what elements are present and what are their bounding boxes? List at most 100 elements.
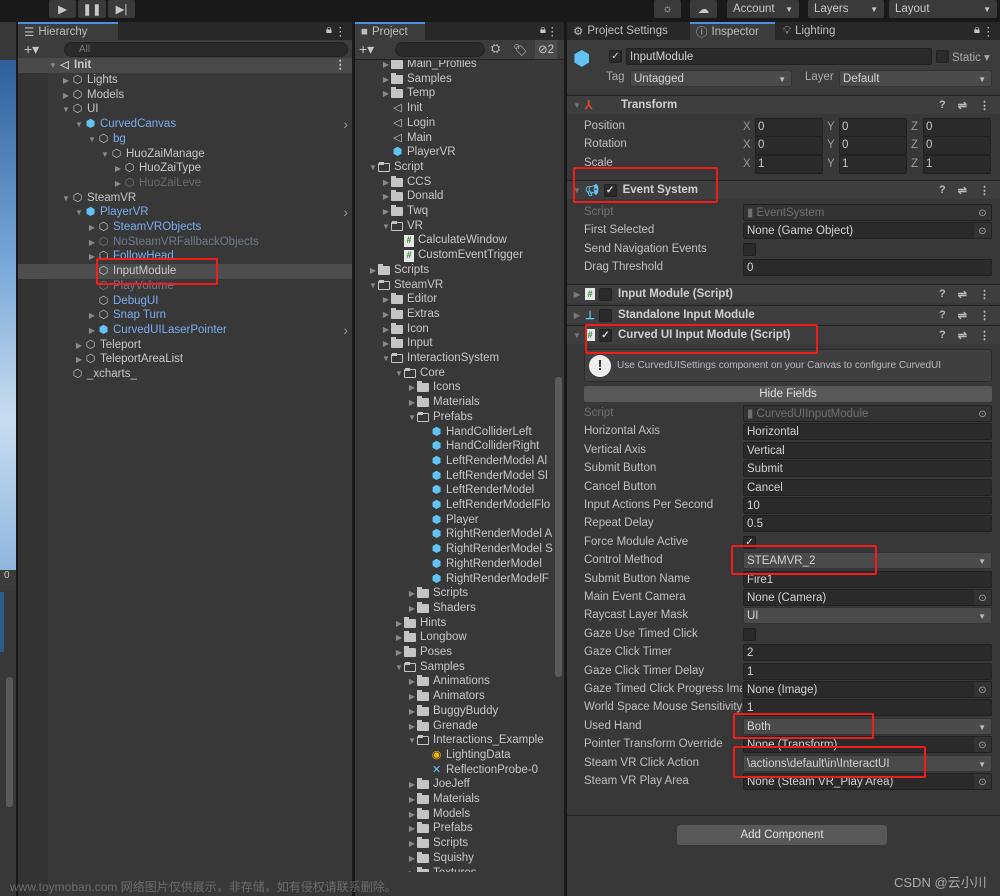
- object-name-input[interactable]: InputModule: [626, 48, 932, 65]
- project-item[interactable]: ⬢ LeftRenderModel Al: [355, 454, 547, 469]
- expand-arrow-icon[interactable]: ▶: [381, 86, 391, 101]
- transform-y-field[interactable]: Y0: [827, 118, 907, 137]
- context-menu-icon[interactable]: ⋮: [979, 99, 990, 112]
- axis-value[interactable]: 1: [755, 154, 823, 174]
- object-picker-icon[interactable]: ⊙: [974, 205, 991, 220]
- expand-arrow-icon[interactable]: ▶: [407, 851, 417, 866]
- project-item[interactable]: ▶ Materials: [355, 395, 480, 410]
- help-icon[interactable]: ?: [939, 184, 946, 197]
- object-picker-icon[interactable]: ⊙: [974, 406, 991, 421]
- field-checkbox[interactable]: [743, 627, 756, 641]
- expand-arrow-icon[interactable]: ▶: [407, 586, 417, 601]
- menu-icon[interactable]: ⋮: [983, 24, 995, 38]
- field-input[interactable]: 0: [743, 259, 992, 277]
- hierarchy-item[interactable]: ▶ ⬡ NoSteamVRFallbackObjects: [18, 235, 352, 250]
- event-system-header[interactable]: ▼ 📢︎ ✓ Event System ? ⇌ ⋮: [567, 180, 1000, 199]
- project-item[interactable]: ▼ SteamVR: [355, 278, 443, 293]
- project-item[interactable]: ⬢ Player: [355, 513, 479, 528]
- hierarchy-item[interactable]: ⬡ _xcharts_: [18, 367, 352, 382]
- expand-arrow-icon[interactable]: ▼: [368, 278, 378, 293]
- expand-arrow-icon[interactable]: ▶: [61, 73, 71, 88]
- preset-icon[interactable]: ⇌: [958, 329, 967, 342]
- create-button[interactable]: +▾: [359, 41, 374, 58]
- transform-y-field[interactable]: Y1: [827, 154, 907, 174]
- expand-arrow-icon[interactable]: ▶: [407, 792, 417, 807]
- expand-arrow-icon[interactable]: ▶: [407, 601, 417, 616]
- enabled-checkbox[interactable]: ✓: [603, 183, 617, 197]
- expand-arrow-icon[interactable]: ▶: [368, 263, 378, 278]
- project-item[interactable]: ⬢ RightRenderModel A: [355, 527, 552, 542]
- expand-arrow-icon[interactable]: ▶: [113, 176, 123, 191]
- project-item[interactable]: ▶ BuggyBuddy: [355, 704, 498, 719]
- hierarchy-item[interactable]: ▶ ⬡ FollowHead: [18, 249, 352, 264]
- transform-x-field[interactable]: X1: [743, 154, 823, 174]
- hierarchy-item[interactable]: ▼ ⬢ CurvedCanvas ›: [18, 117, 352, 132]
- expand-arrow-icon[interactable]: ▶: [87, 220, 97, 235]
- field-input[interactable]: 1: [743, 699, 992, 717]
- help-icon[interactable]: ?: [939, 309, 946, 322]
- expand-arrow-icon[interactable]: ▶: [381, 336, 391, 351]
- transform-z-field[interactable]: Z0: [911, 136, 991, 156]
- project-item[interactable]: ▶ Twq: [355, 204, 428, 219]
- expand-arrow-icon[interactable]: ▼: [394, 660, 404, 675]
- curved-ui-input-module-header[interactable]: ▼ # ✓ Curved UI Input Module (Script) ? ⇌…: [567, 325, 1000, 344]
- hierarchy-item[interactable]: ▶ ⬡ Snap Turn: [18, 308, 352, 323]
- expand-arrow-icon[interactable]: ▼: [74, 205, 84, 220]
- project-item[interactable]: ▼ InteractionSystem: [355, 351, 499, 366]
- play-button[interactable]: ▶: [49, 0, 76, 18]
- standalone-input-module-header[interactable]: ▶ ⊥ Standalone Input Module ? ⇌ ⋮: [567, 305, 1000, 324]
- tab-inspector[interactable]: ⓘ Inspector: [690, 22, 775, 40]
- tab-hierarchy[interactable]: ☰ Hierarchy: [18, 22, 118, 40]
- axis-value[interactable]: 0: [923, 118, 991, 137]
- enabled-checkbox[interactable]: [599, 287, 612, 301]
- transform-y-field[interactable]: Y0: [827, 136, 907, 156]
- object-picker-icon[interactable]: ⊙: [974, 590, 991, 605]
- field-dropdown[interactable]: \actions\default\in\InteractUI ▼: [743, 754, 992, 772]
- menu-icon[interactable]: ⋮: [547, 24, 559, 38]
- hierarchy-item[interactable]: ▼ ⬡ UI: [18, 102, 352, 117]
- step-button[interactable]: ▶|: [108, 0, 135, 18]
- axis-value[interactable]: 0: [923, 136, 991, 156]
- project-item[interactable]: ◁ Main: [355, 131, 432, 146]
- project-item[interactable]: ▶ Textures: [355, 866, 476, 873]
- layer-dropdown[interactable]: Default ▼: [839, 70, 992, 87]
- project-item[interactable]: ▼ Interactions_Example: [355, 733, 544, 748]
- project-item[interactable]: ✕ ReflectionProbe-0: [355, 763, 538, 778]
- project-search-input[interactable]: [395, 42, 485, 57]
- object-field[interactable]: None (Camera) ⊙: [743, 589, 992, 606]
- expand-arrow-icon[interactable]: ▼: [381, 219, 391, 234]
- preset-icon[interactable]: ⇌: [958, 184, 967, 197]
- field-dropdown[interactable]: UI ▼: [743, 607, 992, 625]
- project-item[interactable]: ⬢ LeftRenderModel: [355, 483, 535, 498]
- expand-arrow-icon[interactable]: ▶: [381, 60, 391, 72]
- project-item[interactable]: ▶ Poses: [355, 645, 452, 660]
- expand-arrow-icon[interactable]: ▶: [407, 866, 417, 873]
- expand-arrow-icon[interactable]: ▶: [381, 189, 391, 204]
- axis-value[interactable]: 0: [755, 136, 823, 156]
- project-item[interactable]: ◁ Init: [355, 101, 422, 116]
- field-input[interactable]: Submit: [743, 460, 992, 478]
- side-scrollbar[interactable]: [6, 677, 13, 807]
- project-item[interactable]: ▶ JoeJeff: [355, 777, 470, 792]
- collapse-arrow-icon[interactable]: ▼: [569, 186, 585, 195]
- scene-view[interactable]: [0, 60, 16, 572]
- hide-fields-button[interactable]: Hide Fields: [584, 386, 992, 402]
- hierarchy-item[interactable]: ⬡ InputModule: [18, 264, 352, 280]
- hierarchy-item[interactable]: ▶ ⬡ Lights: [18, 73, 352, 88]
- expand-arrow-icon[interactable]: ▶: [407, 395, 417, 410]
- expand-arrow-icon[interactable]: ▶: [407, 380, 417, 395]
- hierarchy-item[interactable]: ▼ ⬡ bg: [18, 132, 352, 147]
- axis-value[interactable]: 0: [839, 118, 907, 137]
- project-item[interactable]: ◁ Login: [355, 116, 435, 131]
- field-dropdown[interactable]: STEAMVR_2 ▼: [743, 552, 992, 570]
- field-input[interactable]: Cancel: [743, 478, 992, 496]
- account-dropdown[interactable]: Account ▼: [727, 0, 799, 18]
- menu-icon[interactable]: ⋮: [335, 24, 347, 38]
- context-menu-icon[interactable]: ⋮: [979, 288, 990, 301]
- project-item[interactable]: ▼ Script: [355, 160, 423, 175]
- project-item[interactable]: ▶ Donald: [355, 189, 443, 204]
- expand-arrow-icon[interactable]: ▼: [100, 147, 110, 162]
- services-icon[interactable]: ☼: [654, 0, 681, 18]
- transform-x-field[interactable]: X0: [743, 136, 823, 156]
- field-input[interactable]: 10: [743, 497, 992, 514]
